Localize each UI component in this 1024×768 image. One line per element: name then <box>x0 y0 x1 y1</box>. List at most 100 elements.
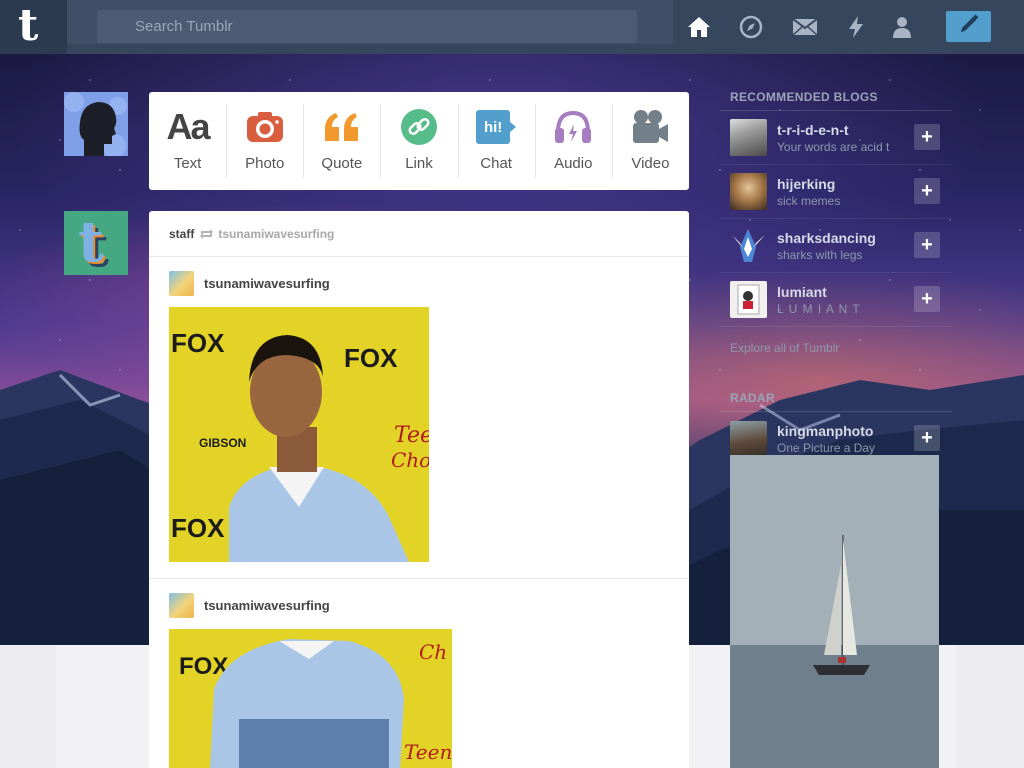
headphones-icon <box>554 107 592 147</box>
blog-description: One Picture a Day <box>777 441 876 455</box>
svg-text:FOX: FOX <box>171 513 225 543</box>
follow-button[interactable]: + <box>914 178 940 204</box>
reblog-entry: tsunamiwavesurfing FOX Ch Teen <box>149 579 689 768</box>
plus-icon: + <box>921 126 933 148</box>
blog-description: sharks with legs <box>777 247 863 262</box>
post-photo[interactable]: FOX Ch Teen <box>169 629 452 768</box>
blog-avatar[interactable] <box>730 420 767 458</box>
reblog-entry: tsunamiwavesurfing FOX FOX FOX GIBSON Te… <box>149 257 689 579</box>
quote-icon <box>322 107 362 147</box>
follow-button[interactable]: + <box>914 425 940 451</box>
blog-description: Your words are acid t <box>777 139 890 154</box>
blog-avatar[interactable] <box>730 227 767 264</box>
reblogged-from[interactable]: tsunamiwavesurfing <box>218 227 334 241</box>
logo-letter: t <box>18 0 39 51</box>
post-audio-button[interactable]: Audio <box>534 92 612 190</box>
follow-button[interactable]: + <box>914 124 940 150</box>
reblog-icon <box>199 228 214 240</box>
radar-photo[interactable] <box>730 455 939 768</box>
blog-avatar[interactable] <box>730 119 767 156</box>
reblog-blog-name[interactable]: tsunamiwavesurfing <box>204 276 330 291</box>
pencil-icon <box>958 13 980 40</box>
svg-text:GIBSON: GIBSON <box>199 436 246 450</box>
post-quote-label: Quote <box>321 155 363 172</box>
dashboard-post: staff tsunamiwavesurfing tsunamiwavesurf… <box>149 211 689 768</box>
post-author[interactable]: staff <box>169 227 194 241</box>
recommended-blog[interactable]: t-r-i-d-e-n-t Your words are acid t + <box>720 111 952 165</box>
post-quote-button[interactable]: Quote <box>303 92 380 190</box>
post-header: staff tsunamiwavesurfing <box>149 211 689 257</box>
post-photo[interactable]: FOX FOX FOX GIBSON Teen Choice <box>169 307 429 562</box>
post-photo-label: Photo <box>245 155 285 172</box>
default-avatar-icon <box>64 92 128 156</box>
post-type-bar: Aa Text Photo Quote Link hi! Chat Audio … <box>149 92 689 190</box>
svg-text:t: t <box>78 211 104 275</box>
video-camera-icon <box>631 107 669 147</box>
recommended-blog[interactable]: hijerking sick memes + <box>720 165 952 219</box>
post-link-label: Link <box>405 155 433 172</box>
reblog-avatar[interactable] <box>169 271 194 296</box>
post-link-button[interactable]: Link <box>380 92 457 190</box>
blog-name[interactable]: kingmanphoto <box>777 423 909 439</box>
compose-button[interactable] <box>946 11 991 42</box>
search-input[interactable] <box>97 10 637 43</box>
blog-name[interactable]: lumiant <box>777 284 909 300</box>
explore-icon[interactable] <box>738 14 764 40</box>
reblog-blog-name[interactable]: tsunamiwavesurfing <box>204 598 330 613</box>
post-audio-label: Audio <box>554 155 593 172</box>
link-icon <box>400 107 438 147</box>
blog-avatar[interactable] <box>730 281 767 318</box>
svg-text:Teen: Teen <box>404 740 452 764</box>
staff-avatar[interactable]: t t t <box>64 211 128 275</box>
plus-icon: + <box>921 427 933 449</box>
blog-name[interactable]: t-r-i-d-e-n-t <box>777 122 909 138</box>
sailboat-image <box>730 455 939 768</box>
chat-icon: hi! <box>476 107 517 147</box>
top-navbar: t <box>0 0 1024 54</box>
photo-image: FOX Ch Teen <box>169 629 452 768</box>
blog-description: sick memes <box>777 193 841 208</box>
blog-name[interactable]: hijerking <box>777 176 909 192</box>
post-video-label: Video <box>631 155 670 172</box>
post-video-button[interactable]: Video <box>611 92 689 190</box>
tumblr-logo[interactable]: t <box>0 0 67 54</box>
blog-description: L U M I A N T <box>777 301 861 316</box>
radar-title: RADAR <box>720 383 952 412</box>
svg-text:FOX: FOX <box>344 343 398 373</box>
blog-avatar[interactable] <box>730 173 767 210</box>
shark-icon <box>732 229 765 262</box>
post-chat-button[interactable]: hi! Chat <box>457 92 535 190</box>
reblog-avatar[interactable] <box>169 593 194 618</box>
recommended-blogs-title: RECOMMENDED BLOGS <box>720 82 952 111</box>
account-icon[interactable] <box>889 14 915 40</box>
text-icon: Aa <box>166 106 211 147</box>
camera-icon <box>246 107 284 147</box>
post-text-button[interactable]: Aa Text <box>149 92 226 190</box>
recommended-blog[interactable]: lumiant L U M I A N T + <box>720 273 952 327</box>
svg-text:Choice: Choice <box>391 448 429 472</box>
home-icon[interactable] <box>686 14 712 40</box>
plus-icon: + <box>921 180 933 202</box>
photo-image: FOX FOX FOX GIBSON Teen Choice <box>169 307 429 562</box>
post-photo-button[interactable]: Photo <box>226 92 303 190</box>
plus-icon: + <box>921 288 933 310</box>
reblog-entry-header: tsunamiwavesurfing <box>169 271 669 296</box>
recommended-blog[interactable]: sharksdancing sharks with legs + <box>720 219 952 273</box>
follow-button[interactable]: + <box>914 286 940 312</box>
blog-name[interactable]: sharksdancing <box>777 230 909 246</box>
post-text-label: Text <box>173 155 202 172</box>
inbox-icon[interactable] <box>792 14 818 40</box>
user-avatar[interactable] <box>64 92 128 156</box>
follow-button[interactable]: + <box>914 232 940 258</box>
post-chat-label: Chat <box>480 155 512 172</box>
plus-icon: + <box>921 234 933 256</box>
right-sidebar: RECOMMENDED BLOGS t-r-i-d-e-n-t Your wor… <box>720 82 952 466</box>
svg-text:FOX: FOX <box>171 328 225 358</box>
staff-logo-icon: t t t <box>64 211 128 275</box>
search-icon <box>111 18 127 39</box>
reblog-entry-header: tsunamiwavesurfing <box>169 593 669 618</box>
svg-text:Ch: Ch <box>419 640 447 664</box>
activity-icon[interactable] <box>843 14 869 40</box>
search-area <box>67 0 673 44</box>
explore-link[interactable]: Explore all of Tumblr <box>720 327 952 383</box>
